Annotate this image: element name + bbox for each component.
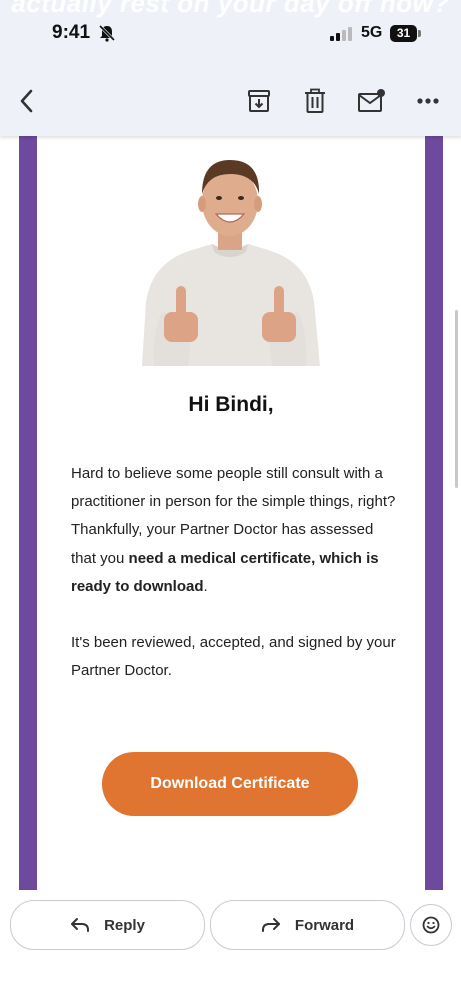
archive-button[interactable] [244,86,274,116]
battery-icon: 31 [390,25,422,42]
reply-label: Reply [104,916,145,934]
emoji-reaction-button[interactable] [410,904,452,946]
reply-icon [71,918,90,932]
email-body: Hard to believe some people still consul… [71,460,401,685]
email-content: Hi Bindi, Hard to believe some people st… [0,0,461,1000]
mail-unread-icon [358,89,385,112]
download-certificate-button[interactable]: Download Certificate [102,752,358,816]
top-navigation-area: actually rest on your day off now? 9:41 … [0,0,461,136]
trash-icon [305,88,325,113]
status-time: 9:41 [52,22,91,43]
scrollbar[interactable] [455,310,458,488]
reply-button[interactable]: Reply [10,900,205,950]
forward-label: Forward [294,916,355,934]
chevron-left-icon [20,89,33,113]
bottom-action-bar: Reply Forward [0,890,461,1000]
delete-button[interactable] [300,86,330,116]
more-button[interactable] [413,86,443,116]
paragraph-assessment: Thankfully, your Partner Doctor has asse… [71,516,401,601]
paragraph-intro: Hard to believe some people still consul… [71,465,396,511]
forward-button[interactable]: Forward [210,900,405,950]
silent-bell-icon [98,24,116,42]
archive-icon [248,90,270,112]
back-button[interactable] [12,86,42,116]
status-bar: 9:41 5G 31 [0,0,461,70]
smiley-icon [422,916,440,934]
forward-icon [261,918,280,932]
battery-level: 31 [396,26,411,40]
more-horizontal-icon [417,98,439,104]
paragraph-signed: It's been reviewed, accepted, and signed… [71,634,396,680]
email-greeting: Hi Bindi, [188,393,274,416]
signal-icon [330,27,352,41]
email-toolbar [0,72,461,132]
network-type: 5G [361,24,383,41]
assessment-end-text: . [203,577,208,595]
hero-photo [132,152,328,366]
mark-unread-button[interactable] [356,86,386,116]
